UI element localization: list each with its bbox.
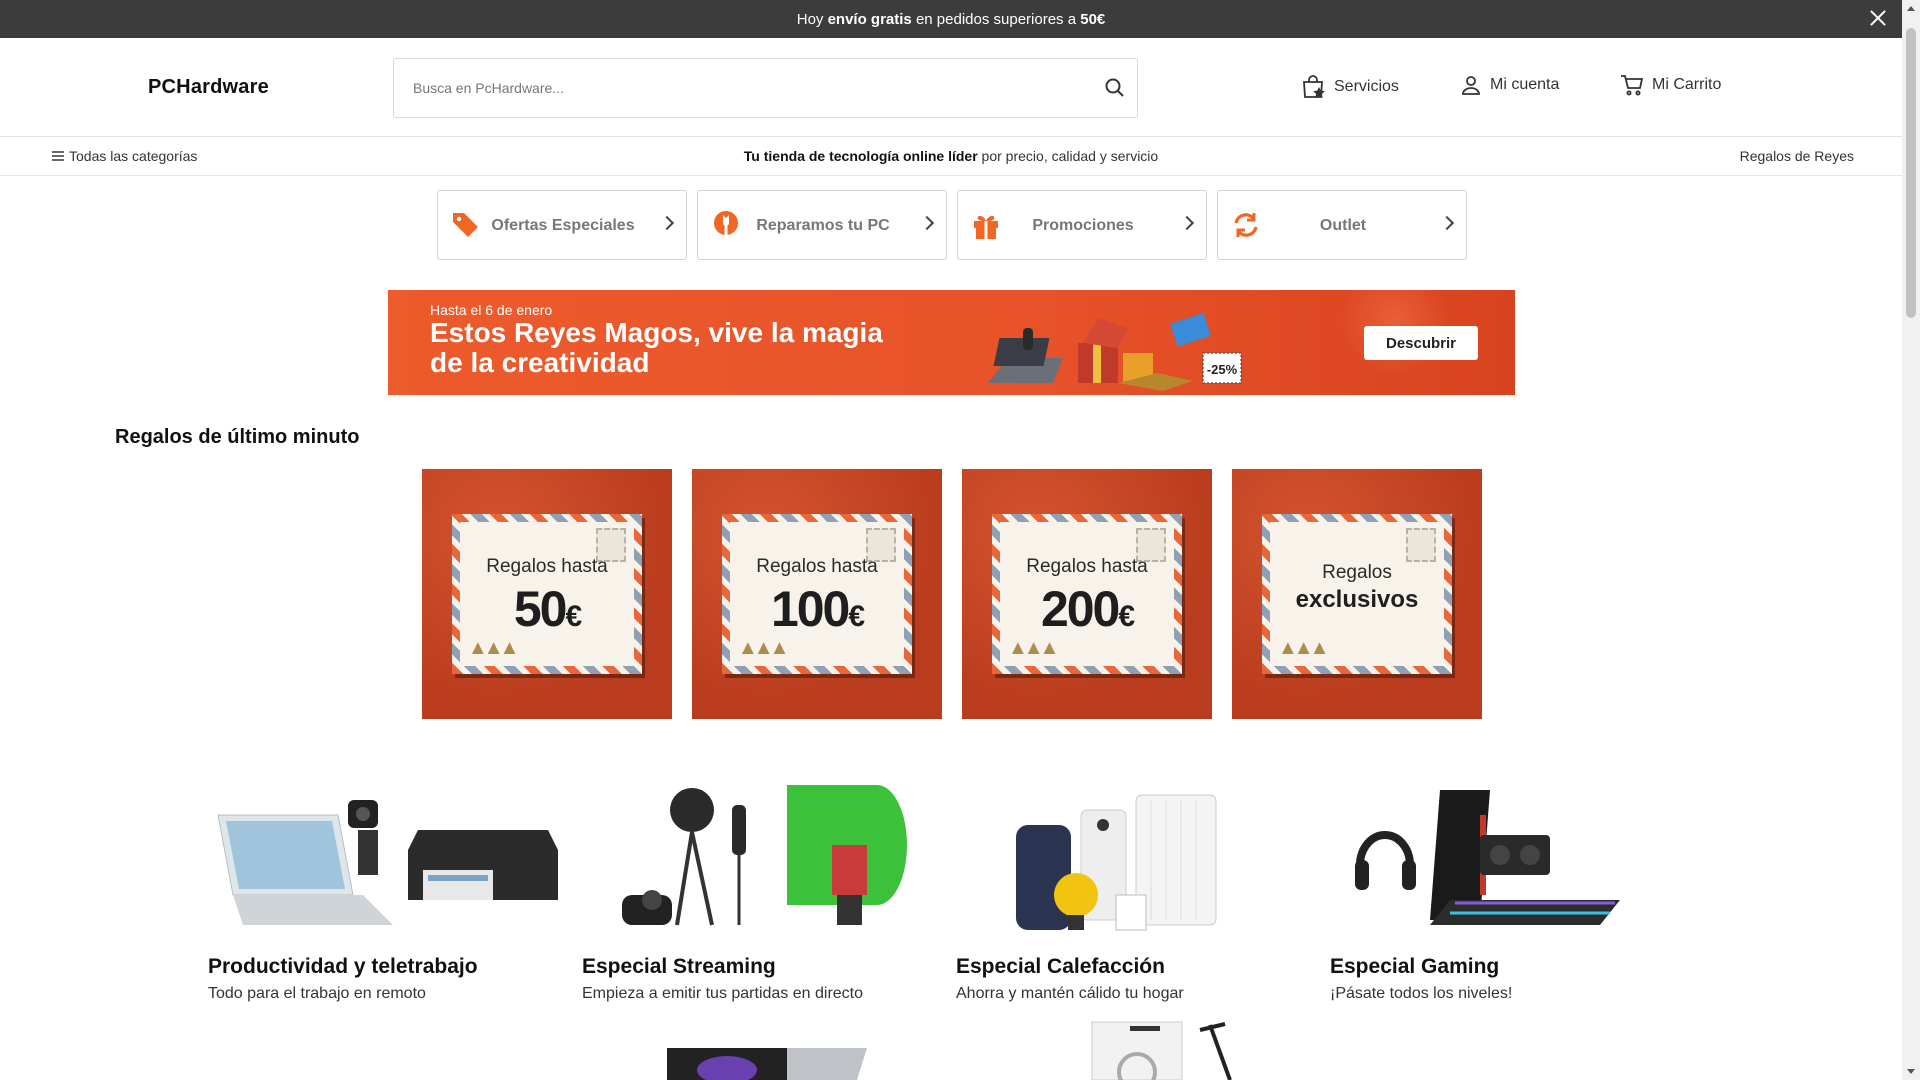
category-gaming[interactable]: Especial Gaming ¡Pásate todos los nivele… (1330, 775, 1690, 1002)
quick-link-ofertas[interactable]: Ofertas Especiales (437, 190, 687, 260)
quick-link-label: Promociones (1032, 217, 1134, 234)
reyes-gifts-link[interactable]: Regalos de Reyes (1740, 148, 1854, 164)
cart-icon (1621, 75, 1644, 96)
banner-date: Hasta el 6 de enero (430, 302, 553, 318)
site-header: PCHardware Servicios Mi cuenta Mi Carrit… (0, 38, 1902, 137)
scroll-up-arrow-icon[interactable] (1907, 6, 1915, 11)
category-title: Especial Calefacción (956, 955, 1165, 978)
gift-card-exclusivos[interactable]: Regalos exclusivos ▲▲▲ (1232, 469, 1482, 719)
gift-cards-row: Regalos hasta 50€ ▲▲▲ Regalos hasta 100€… (422, 469, 1482, 719)
stamp-icon (1406, 528, 1436, 562)
category-title: Especial Gaming (1330, 955, 1500, 978)
laptop-printer-image (217, 800, 558, 925)
cart-link[interactable]: Mi Carrito (1620, 74, 1721, 96)
three-kings-icon: ▲▲▲ (738, 637, 789, 659)
gift-card-label: Regalos (1322, 562, 1392, 583)
svg-text:-25%: -25% (1207, 362, 1238, 377)
gift-card-amount: 200€ (1040, 581, 1135, 637)
gift-envelope: Regalos hasta 50€ ▲▲▲ (452, 514, 642, 674)
shipping-announcement-bar: Hoy envío gratis en pedidos superiores a… (0, 0, 1902, 38)
category-productividad[interactable]: Productividad y teletrabajo Todo para el… (208, 775, 568, 1002)
account-link[interactable]: Mi cuenta (1460, 74, 1559, 96)
gift-card-amount: 50€ (513, 581, 582, 637)
services-bag-icon (1303, 75, 1325, 98)
category-streaming[interactable]: Especial Streaming Empieza a emitir tus … (582, 775, 942, 1002)
gift-card-label-2: exclusivos (1295, 586, 1419, 613)
streaming-gear-image (622, 785, 907, 926)
reyes-magos-banner[interactable]: Hasta el 6 de enero Estos Reyes Magos, v… (388, 290, 1515, 395)
discover-button[interactable]: Descubrir (1364, 326, 1478, 360)
category-subtitle: Ahorra y mantén cálido tu hogar (956, 985, 1184, 1002)
services-link[interactable]: Servicios (1300, 74, 1399, 100)
category-title: Especial Streaming (582, 955, 776, 978)
quick-link-label: Reparamos tu PC (756, 217, 890, 234)
gaming-gear-image (1355, 790, 1620, 925)
gift-envelope: Regalos hasta 200€ ▲▲▲ (992, 514, 1182, 674)
gift-card-label: Regalos hasta (756, 556, 878, 577)
quick-links: Ofertas Especiales Reparamos tu PC Promo… (437, 190, 1467, 260)
discount-badge: -25% (1202, 352, 1242, 384)
search-icon[interactable] (1103, 76, 1127, 100)
services-label: Servicios (1334, 78, 1399, 95)
gift-card-200[interactable]: Regalos hasta 200€ ▲▲▲ (962, 469, 1212, 719)
store-tagline: Tu tienda de tecnología online líder por… (743, 148, 1159, 164)
heaters-image (1016, 794, 1217, 931)
category-subtitle: Todo para el trabajo en remoto (208, 985, 426, 1002)
cart-label: Mi Carrito (1652, 76, 1722, 93)
search-input[interactable] (394, 59, 1074, 117)
page-scrollbar[interactable] (1902, 0, 1920, 1080)
site-logo[interactable]: PCHardware (148, 76, 269, 99)
search-box (393, 58, 1138, 118)
category-subtitle: ¡Pásate todos los niveles! (1330, 985, 1513, 1002)
gift-card-100[interactable]: Regalos hasta 100€ ▲▲▲ (692, 469, 942, 719)
three-kings-icon: ▲▲▲ (468, 637, 519, 659)
category-title: Productividad y teletrabajo (208, 955, 478, 978)
account-label: Mi cuenta (1490, 76, 1560, 93)
washer-scooter-peek-image (1091, 1021, 1232, 1080)
banner-headline: Estos Reyes Magos, vive la magia de la c… (430, 317, 883, 378)
category-subtitle: Empieza a emitir tus partidas en directo (582, 985, 864, 1002)
secondary-nav: Todas las categorías Tu tienda de tecnol… (0, 138, 1902, 176)
close-icon[interactable] (1864, 4, 1892, 32)
quick-link-promociones[interactable]: Promociones (957, 190, 1207, 260)
three-kings-icon: ▲▲▲ (1008, 637, 1059, 659)
user-icon (1462, 76, 1480, 95)
gift-card-label: Regalos hasta (486, 556, 608, 577)
gifts-section-title: Regalos de último minuto (115, 426, 360, 448)
scroll-down-arrow-icon[interactable] (1907, 1069, 1915, 1074)
scrollbar-thumb[interactable] (1906, 28, 1916, 318)
three-kings-icon: ▲▲▲ (1278, 637, 1329, 659)
announcement-text: Hoy envío gratis en pedidos superiores a… (796, 10, 1106, 28)
gift-card-amount: 100€ (770, 581, 865, 637)
quick-link-outlet[interactable]: Outlet (1217, 190, 1467, 260)
gift-envelope: Regalos hasta 100€ ▲▲▲ (722, 514, 912, 674)
gift-card-50[interactable]: Regalos hasta 50€ ▲▲▲ (422, 469, 672, 719)
banner-products-illustration: -25% (988, 313, 1242, 391)
monitor-peek-image (667, 1048, 867, 1080)
quick-link-label: Outlet (1319, 217, 1367, 234)
category-calefaccion[interactable]: Especial Calefacción Ahorra y mantén cál… (956, 775, 1316, 1002)
quick-link-reparamos[interactable]: Reparamos tu PC (697, 190, 947, 260)
gift-envelope: Regalos exclusivos ▲▲▲ (1262, 514, 1452, 674)
quick-link-label: Ofertas Especiales (491, 217, 635, 234)
gift-card-label: Regalos hasta (1026, 556, 1148, 577)
